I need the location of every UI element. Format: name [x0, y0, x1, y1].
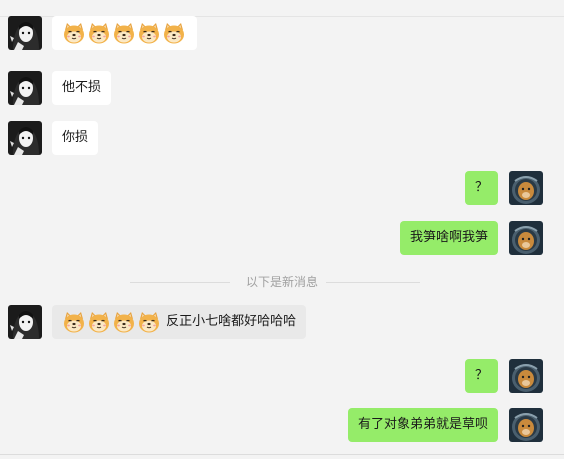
doge-emoji [137, 21, 161, 45]
doge-emoji [137, 310, 161, 334]
emoji-row [62, 22, 187, 43]
self-avatar[interactable] [509, 408, 543, 442]
message-text: 反正小七啥都好哈哈哈 [166, 314, 297, 329]
contact-avatar[interactable] [8, 16, 42, 50]
message-text: ？ [474, 368, 488, 383]
doge-emoji [87, 21, 111, 45]
contact-avatar[interactable] [8, 121, 42, 155]
doge-emoji [112, 310, 136, 334]
contact-avatar[interactable] [8, 305, 42, 339]
self-avatar[interactable] [509, 359, 543, 393]
new-messages-divider: 以下是新消息 [0, 274, 564, 290]
divider-label: 以下是新消息 [237, 275, 326, 289]
doge-emoji [87, 310, 111, 334]
incoming-message-bubble[interactable]: 他不损 [52, 71, 112, 105]
doge-emoji [62, 21, 86, 45]
outgoing-message-bubble[interactable]: ？ [464, 359, 498, 393]
outgoing-message-bubble[interactable]: ？ [464, 171, 498, 205]
message-text: 有了对象弟弟就是草呗 [357, 417, 488, 432]
message-text: 你损 [62, 130, 89, 145]
outgoing-message-bubble[interactable]: 我笋啥啊我笋 [399, 221, 498, 255]
incoming-message-bubble[interactable]: 你损 [52, 121, 99, 155]
input-area-divider [0, 454, 564, 455]
message-text: 他不损 [62, 80, 102, 95]
emoji-row [62, 311, 162, 332]
incoming-message-bubble[interactable]: 反正小七啥都好哈哈哈 [52, 305, 307, 339]
doge-emoji [62, 310, 86, 334]
incoming-message-bubble[interactable] [52, 16, 197, 50]
self-avatar[interactable] [509, 171, 543, 205]
message-text: ？ [474, 180, 488, 195]
doge-emoji [162, 21, 186, 45]
message-text: 我笋啥啊我笋 [409, 230, 488, 245]
self-avatar[interactable] [509, 221, 543, 255]
contact-avatar[interactable] [8, 71, 42, 105]
doge-emoji [112, 21, 136, 45]
outgoing-message-bubble[interactable]: 有了对象弟弟就是草呗 [347, 408, 498, 442]
